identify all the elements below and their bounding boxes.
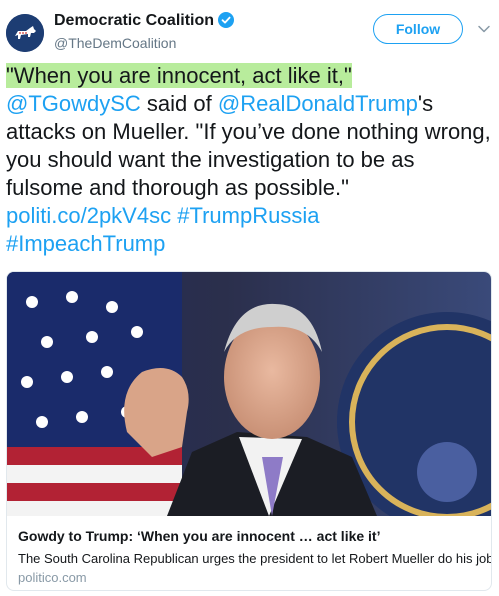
tweet-text-segment: said of	[140, 91, 218, 116]
card-domain: politico.com	[18, 570, 87, 585]
link-card[interactable]: Gowdy to Trump: ‘When you are innocent ……	[6, 271, 492, 591]
chevron-down-icon[interactable]	[477, 22, 491, 36]
mention-tgowdysc[interactable]: @TGowdySC	[6, 91, 141, 116]
hashtag-impeachtrump[interactable]: #ImpeachTrump	[6, 231, 165, 256]
mention-realdonaldtrump[interactable]: @RealDonaldTrump	[218, 91, 418, 116]
hashtag-trumprussia[interactable]: #TrumpRussia	[177, 203, 319, 228]
avatar[interactable]	[6, 14, 44, 52]
verified-badge-icon	[218, 12, 235, 28]
card-title[interactable]: Gowdy to Trump: ‘When you are innocent ……	[18, 527, 380, 545]
donkey-logo-icon	[6, 14, 44, 52]
follow-button[interactable]: Follow	[373, 14, 463, 44]
tweet-text: "When you are innocent, act like it," @TG…	[6, 62, 492, 258]
display-name-text[interactable]: Democratic Coalition	[54, 12, 214, 29]
card-photo	[7, 272, 491, 516]
tweet-url-link[interactable]: politi.co/2pkV4sc	[6, 203, 171, 228]
highlighted-quote: "When you are innocent, act like it,"	[6, 63, 352, 88]
display-name[interactable]: Democratic Coalition	[54, 11, 235, 31]
card-image[interactable]	[7, 272, 491, 516]
card-description: The South Carolina Republican urges the …	[18, 551, 492, 566]
user-handle[interactable]: @TheDemCoalition	[54, 34, 176, 52]
